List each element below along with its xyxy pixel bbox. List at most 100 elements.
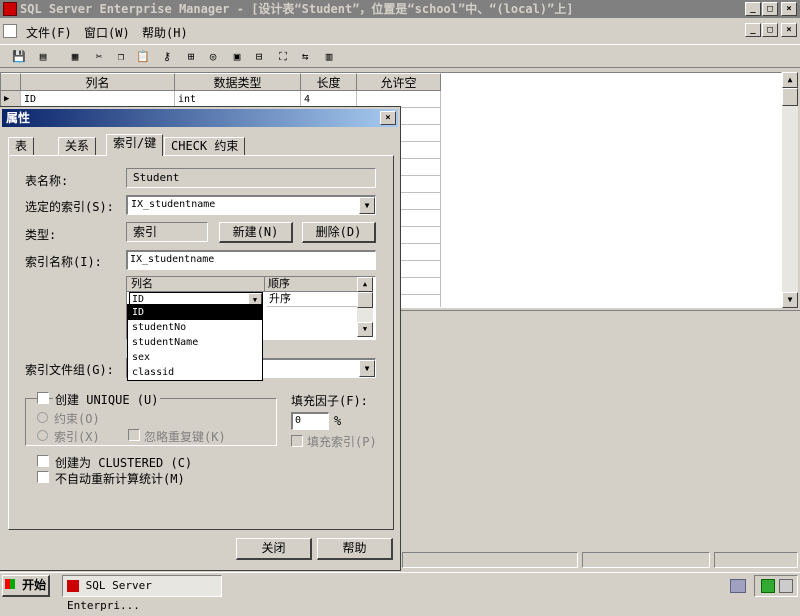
cell-length[interactable]: 4 (301, 91, 357, 108)
new-index-button[interactable]: 新建(N) (219, 222, 293, 243)
cut-icon[interactable]: ✂ (90, 48, 108, 66)
clustered-checkbox[interactable] (37, 455, 49, 467)
scroll-down-icon[interactable]: ▼ (782, 292, 798, 308)
cell-column-name[interactable]: ID (21, 91, 175, 108)
create-unique-checkbox[interactable] (37, 392, 49, 404)
dropdown-option-sex[interactable]: sex (128, 350, 262, 365)
ignore-dup-checkbox[interactable] (128, 429, 140, 441)
table-name-value: Student (126, 168, 376, 188)
diagram-icon[interactable]: ⛶ (274, 48, 292, 66)
windows-logo-icon (4, 579, 15, 589)
index-radio[interactable] (37, 430, 48, 441)
selected-index-select[interactable]: IX_studentname ▼ (126, 195, 376, 215)
index-radio-label: 索引(X) (54, 430, 100, 444)
index-col-order-value[interactable]: 升序 (267, 292, 357, 307)
child-minimize-button[interactable]: _ (745, 23, 761, 37)
fill-factor-label: 填充因子(F): (291, 394, 368, 408)
row-selector-icon[interactable]: ▶ (1, 91, 21, 108)
menu-bar: 文件(F) 窗口(W) 帮助(H) _ □ × (0, 20, 800, 42)
dropdown-option-studentname[interactable]: studentName (128, 335, 262, 350)
script-icon[interactable]: ⇆ (296, 48, 314, 66)
index-name-label: 索引名称(I): (25, 255, 102, 269)
copy-icon[interactable]: ❐ (112, 48, 130, 66)
dialog-close-button[interactable]: × (380, 111, 396, 125)
app-icon (3, 2, 17, 16)
taskbar-task-button[interactable]: SQL Server Enterpri... (62, 575, 222, 612)
index-col-header-order: 顺序 (265, 277, 357, 292)
col-header-nullable[interactable]: 允许空 (357, 73, 441, 91)
chevron-down-icon[interactable]: ▼ (359, 360, 375, 377)
index-grid-scrollbar[interactable]: ▲ ▼ (357, 277, 373, 337)
minimize-button[interactable]: _ (745, 2, 761, 16)
child-restore-button[interactable]: □ (762, 23, 778, 37)
tab-check-constraints[interactable]: CHECK 约束 (164, 137, 246, 155)
task-app-icon (67, 580, 79, 592)
properties-icon[interactable]: ▤ (34, 48, 52, 66)
grid-icon[interactable]: ▥ (320, 48, 338, 66)
trigger-icon[interactable]: ⊟ (250, 48, 268, 66)
save-icon[interactable]: 💾 (10, 48, 28, 66)
col-header-name[interactable]: 列名 (21, 73, 175, 91)
index-icon[interactable]: ◎ (204, 48, 222, 66)
maximize-button[interactable]: □ (762, 2, 778, 16)
pad-index-label: 填充索引(P) (307, 435, 377, 449)
delete-index-button[interactable]: 删除(D) (302, 222, 376, 243)
dropdown-option-classid[interactable]: classid (128, 365, 262, 380)
chevron-down-icon[interactable]: ▼ (359, 197, 375, 214)
status-bar (400, 552, 800, 570)
relationship-icon[interactable]: ⊞ (182, 48, 200, 66)
col-header-length[interactable]: 长度 (301, 73, 357, 91)
type-value: 索引 (126, 222, 208, 242)
start-button[interactable]: 开始 (2, 575, 50, 597)
grid-empty-rows (401, 108, 441, 307)
percent-label: % (334, 414, 342, 428)
no-recompute-checkbox[interactable] (37, 471, 49, 483)
task-label: SQL Server Enterpri... (67, 579, 152, 612)
close-button[interactable]: × (781, 2, 797, 16)
window-title: SQL Server Enterprise Manager - [设计表“Stu… (0, 0, 800, 18)
scroll-down-icon[interactable]: ▼ (357, 322, 373, 337)
dialog-title: 属性 (2, 109, 398, 127)
grid-vertical-scrollbar[interactable]: ▲ ▼ (782, 72, 798, 308)
menu-help[interactable]: 帮助(H) (142, 24, 188, 41)
tab-indexes-keys[interactable]: 索引/键 (106, 134, 164, 156)
constraint-radio[interactable] (37, 412, 48, 423)
tray-service-icon[interactable] (761, 579, 775, 593)
paste-icon[interactable]: 📋 (134, 48, 152, 66)
table-props-icon[interactable]: ▦ (66, 48, 84, 66)
type-label: 类型: (25, 228, 57, 242)
selected-index-label: 选定的索引(S): (25, 200, 114, 214)
menu-window[interactable]: 窗口(W) (84, 24, 130, 41)
status-pane-2 (582, 552, 710, 568)
tray-server-icon[interactable] (730, 579, 746, 593)
scroll-up-icon[interactable]: ▲ (357, 277, 373, 292)
col-header-type[interactable]: 数据类型 (175, 73, 301, 91)
cell-nullable[interactable] (357, 91, 441, 108)
child-close-button[interactable]: × (781, 23, 797, 37)
toolbar: 💾 ▤ ▦ ✂ ❐ 📋 ⚷ ⊞ ◎ ▣ ⊟ ⛶ ⇆ ▥ (0, 44, 800, 68)
check-icon[interactable]: ▣ (228, 48, 246, 66)
pad-index-checkbox[interactable] (291, 435, 303, 447)
start-label: 开始 (22, 578, 47, 592)
tray-network-icon[interactable] (779, 579, 793, 593)
key-icon[interactable]: ⚷ (158, 48, 176, 66)
tab-table[interactable]: 表 (8, 137, 35, 155)
tab-relationships[interactable]: 关系 (58, 137, 97, 155)
scroll-thumb[interactable] (357, 292, 373, 308)
create-unique-label: 创建 UNIQUE (U) (53, 391, 161, 408)
column-dropdown-list[interactable]: ID studentNo studentName sex classid (127, 304, 263, 381)
dialog-close-action-button[interactable]: 关闭 (236, 538, 312, 560)
fill-factor-input[interactable]: 0 (291, 412, 329, 430)
taskbar: 开始 SQL Server Enterpri... (0, 572, 800, 612)
dialog-help-button[interactable]: 帮助 (317, 538, 393, 560)
index-name-input[interactable]: IX_studentname (126, 250, 376, 270)
scroll-thumb[interactable] (782, 88, 798, 106)
menu-file[interactable]: 文件(F) (26, 24, 72, 41)
no-recompute-label: 不自动重新计算统计(M) (55, 472, 185, 486)
dropdown-option-studentno[interactable]: studentNo (128, 320, 262, 335)
dropdown-option-id[interactable]: ID (128, 305, 262, 320)
cell-data-type[interactable]: int (175, 91, 301, 108)
index-col-header-name: 列名 (127, 277, 265, 292)
grid-row-header (1, 73, 21, 91)
scroll-up-icon[interactable]: ▲ (782, 72, 798, 88)
